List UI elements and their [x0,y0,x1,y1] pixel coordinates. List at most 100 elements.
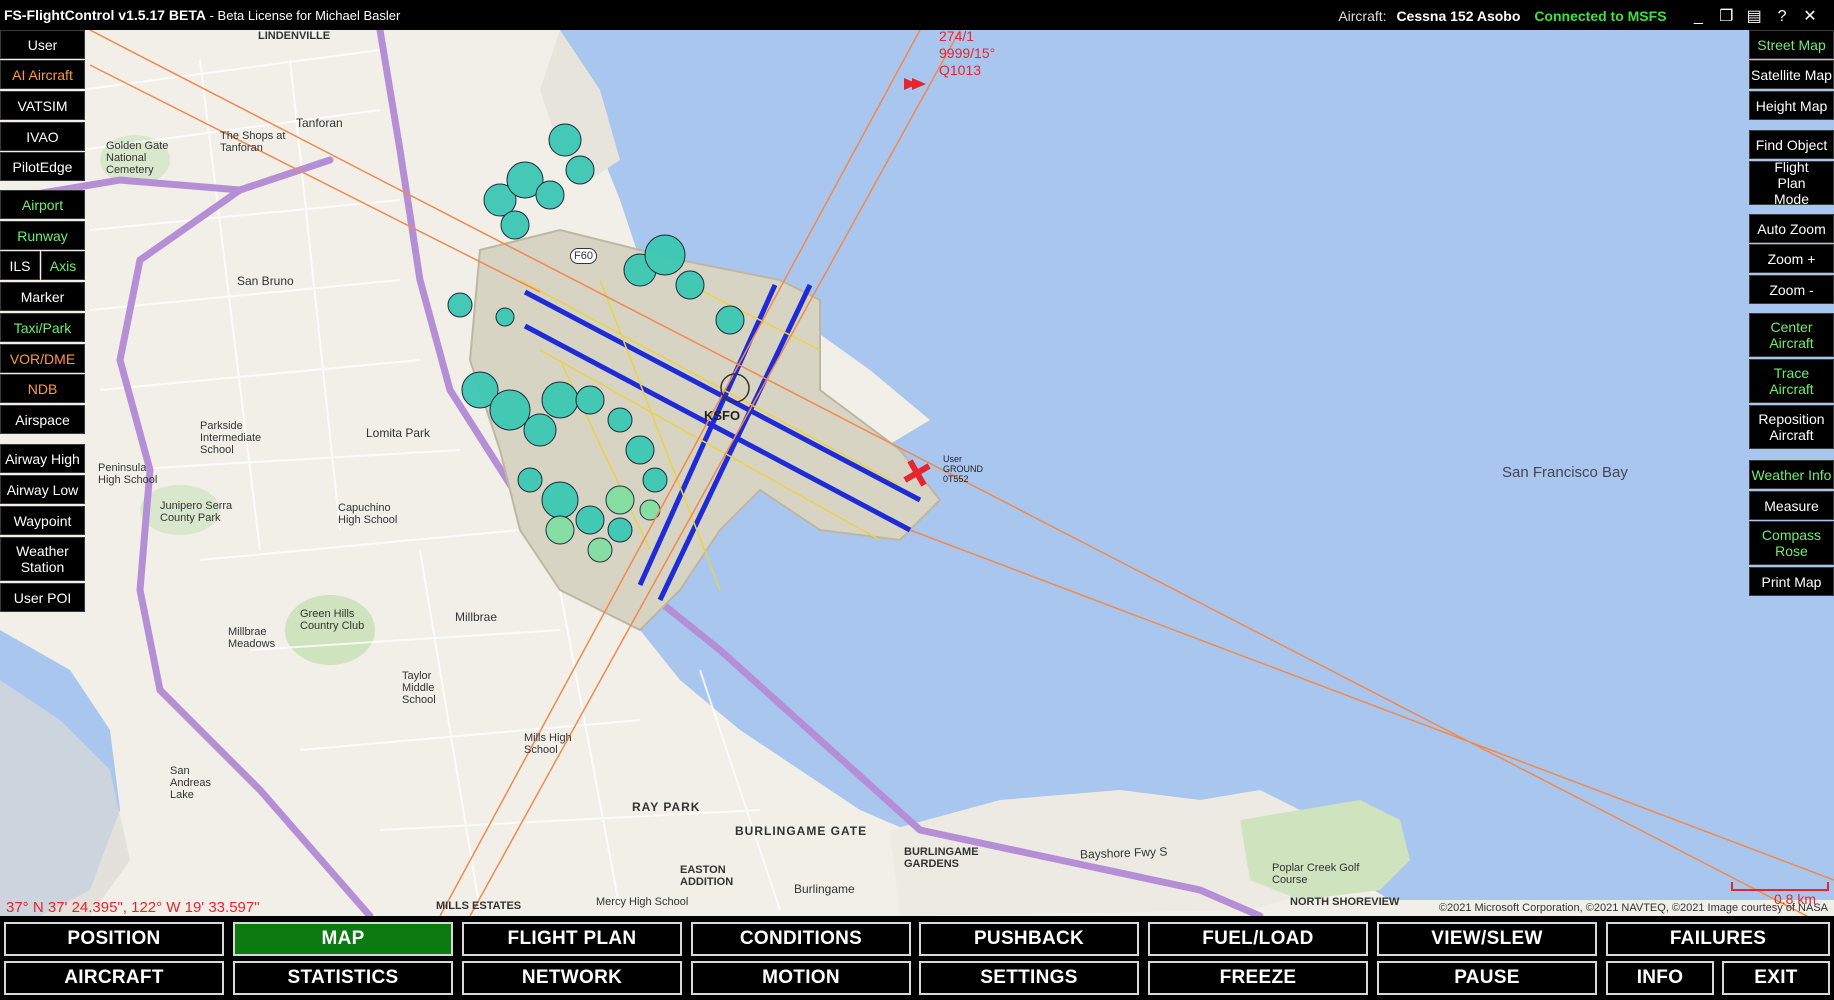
app-title: FS-FlightControl v1.5.17 BETA - Beta Lic… [4,7,400,23]
map-label: Peninsula High School [98,462,158,486]
layer-ils-button[interactable]: ILS [0,251,40,280]
exit-button[interactable]: EXIT [1722,961,1830,995]
cursor-coordinates: 37° N 37' 24.395", 122° W 19' 33.597" [6,899,260,916]
layer-vor-dme-button[interactable]: VOR/DME [0,344,85,373]
weather-visibility: 9999/15° [939,45,996,61]
map-label: Tanforan [296,116,343,130]
map-label: Junipero Serra County Park [160,500,233,524]
map-label: Mills High School [524,732,572,756]
info-button[interactable]: INFO [1606,961,1714,995]
map-label: San Francisco Bay [1502,464,1628,481]
user-tag-id: 0T552 [943,474,969,484]
tab-aircraft[interactable]: AIRCRAFT [4,961,224,995]
layer-user-poi-button[interactable]: User POI [0,583,85,612]
aircraft-name: Cessna 152 Asobo [1396,8,1521,24]
zoom-in-button[interactable]: Zoom + [1749,244,1834,273]
map-label: The Shops at Tanforan [220,130,286,154]
center-aircraft-button[interactable]: Center Aircraft [1749,313,1834,357]
layer-airway-high-button[interactable]: Airway High [0,444,85,473]
layer-user-button[interactable]: User [0,30,85,59]
layer-taxi-park-button[interactable]: Taxi/Park [0,313,85,342]
tab-motion[interactable]: MOTION [691,961,911,995]
layer-pilotedge-button[interactable]: PilotEdge [0,152,85,181]
window-mode-icon[interactable]: ▤ [1742,6,1766,26]
app-name: FS-FlightControl v1.5.17 BETA [4,7,206,23]
map-scale: 0.8 km [1730,880,1830,907]
satellite-map-button[interactable]: Satellite Map [1749,60,1834,89]
map-label: Golden Gate National Cemetery [106,140,169,176]
layer-ai-aircraft-button[interactable]: AI Aircraft [0,60,85,89]
zoom-out-button[interactable]: Zoom - [1749,275,1834,304]
aircraft-label: Aircraft: [1338,8,1387,24]
map-label: Lomita Park [366,426,431,440]
map-label: Mercy High School [596,896,689,908]
map-label: Millbrae Meadows [228,626,276,650]
layer-airway-low-button[interactable]: Airway Low [0,475,85,504]
layer-ndb-button[interactable]: NDB [0,374,85,403]
flight-plan-mode-button[interactable]: Flight Plan Mode [1749,159,1834,207]
map-label: Capuchino High School [338,502,398,526]
pause-button[interactable]: PAUSE [1377,961,1597,995]
close-icon[interactable]: ✕ [1798,6,1822,26]
measure-button[interactable]: Measure [1749,491,1834,520]
tab-position[interactable]: POSITION [4,922,224,956]
tab-fuel-load[interactable]: FUEL/LOAD [1148,922,1368,956]
scale-label: 0.8 km [1773,891,1816,907]
find-object-button[interactable]: Find Object [1749,130,1834,159]
help-icon[interactable]: ? [1770,8,1794,26]
user-tag-state: GROUND [943,464,983,474]
freeze-button[interactable]: FREEZE [1148,961,1368,995]
weather-info-button[interactable]: Weather Info [1749,460,1834,489]
minimize-icon[interactable]: _ [1686,8,1710,26]
tab-failures[interactable]: FAILURES [1606,922,1830,956]
weather-pressure: Q1013 [939,62,982,78]
layer-airport-button[interactable]: Airport [0,190,85,219]
user-aircraft-tag: User GROUND 0T552 [943,454,983,484]
layer-weather-station-button[interactable]: Weather Station [0,537,85,581]
reposition-aircraft-button[interactable]: Reposition Aircraft [1749,405,1834,449]
layer-waypoint-button[interactable]: Waypoint [0,506,85,535]
map-label: Poplar Creek Golf Course [1272,862,1360,886]
trace-aircraft-button[interactable]: Trace Aircraft [1749,359,1834,403]
map-label: NORTH SHOREVIEW [1290,896,1400,908]
layer-runway-button[interactable]: Runway [0,221,85,250]
layer-airspace-button[interactable]: Airspace [0,405,85,434]
license-text: - Beta License for Michael Basler [205,8,401,23]
map-label: EASTON ADDITION [680,864,734,888]
map-label: Green Hills Country Club [300,608,365,632]
layer-vatsim-button[interactable]: VATSIM [0,91,85,120]
street-map-button[interactable]: Street Map [1749,30,1834,59]
map-label: RAY PARK [632,800,701,814]
map-view[interactable]: LINDENVILLE Tanforan The Shops at Tanfor… [0,30,1834,916]
map-label: MILLS ESTATES [436,900,522,912]
tab-statistics[interactable]: STATISTICS [233,961,453,995]
tab-settings[interactable]: SETTINGS [919,961,1139,995]
map-label: Millbrae [455,610,498,624]
weather-info: 274/1 9999/15° Q1013 [939,30,995,79]
height-map-button[interactable]: Height Map [1749,91,1834,120]
layer-axis-button[interactable]: Axis [41,251,85,280]
compass-rose-button[interactable]: Compass Rose [1749,521,1834,565]
print-map-button[interactable]: Print Map [1749,567,1834,596]
parking-label-f60: F60 [570,248,597,264]
title-bar: FS-FlightControl v1.5.17 BETA - Beta Lic… [0,0,1834,30]
layer-marker-button[interactable]: Marker [0,282,85,311]
tab-pushback[interactable]: PUSHBACK [919,922,1139,956]
map-label: LINDENVILLE [258,30,331,42]
map-label: San Andreas Lake [170,765,211,801]
tab-flight-plan[interactable]: FLIGHT PLAN [462,922,682,956]
tab-conditions[interactable]: CONDITIONS [691,922,911,956]
auto-zoom-button[interactable]: Auto Zoom [1749,214,1834,243]
tab-network[interactable]: NETWORK [462,961,682,995]
map-label: Taylor Middle School [402,670,436,706]
map-label: San Bruno [237,274,294,288]
title-status: Aircraft: Cessna 152 Asobo Connected to … [1338,6,1822,26]
tab-view-slew[interactable]: VIEW/SLEW [1377,922,1597,956]
bottom-tab-bar: POSITION MAP FLIGHT PLAN CONDITIONS PUSH… [0,916,1834,1000]
map-label: Parkside Intermediate School [200,420,262,456]
tab-map[interactable]: MAP [233,922,453,956]
map-label: Burlingame [794,882,855,896]
restore-icon[interactable]: ❐ [1714,6,1738,26]
connection-status: Connected to MSFS [1534,8,1667,24]
layer-ivao-button[interactable]: IVAO [0,122,85,151]
